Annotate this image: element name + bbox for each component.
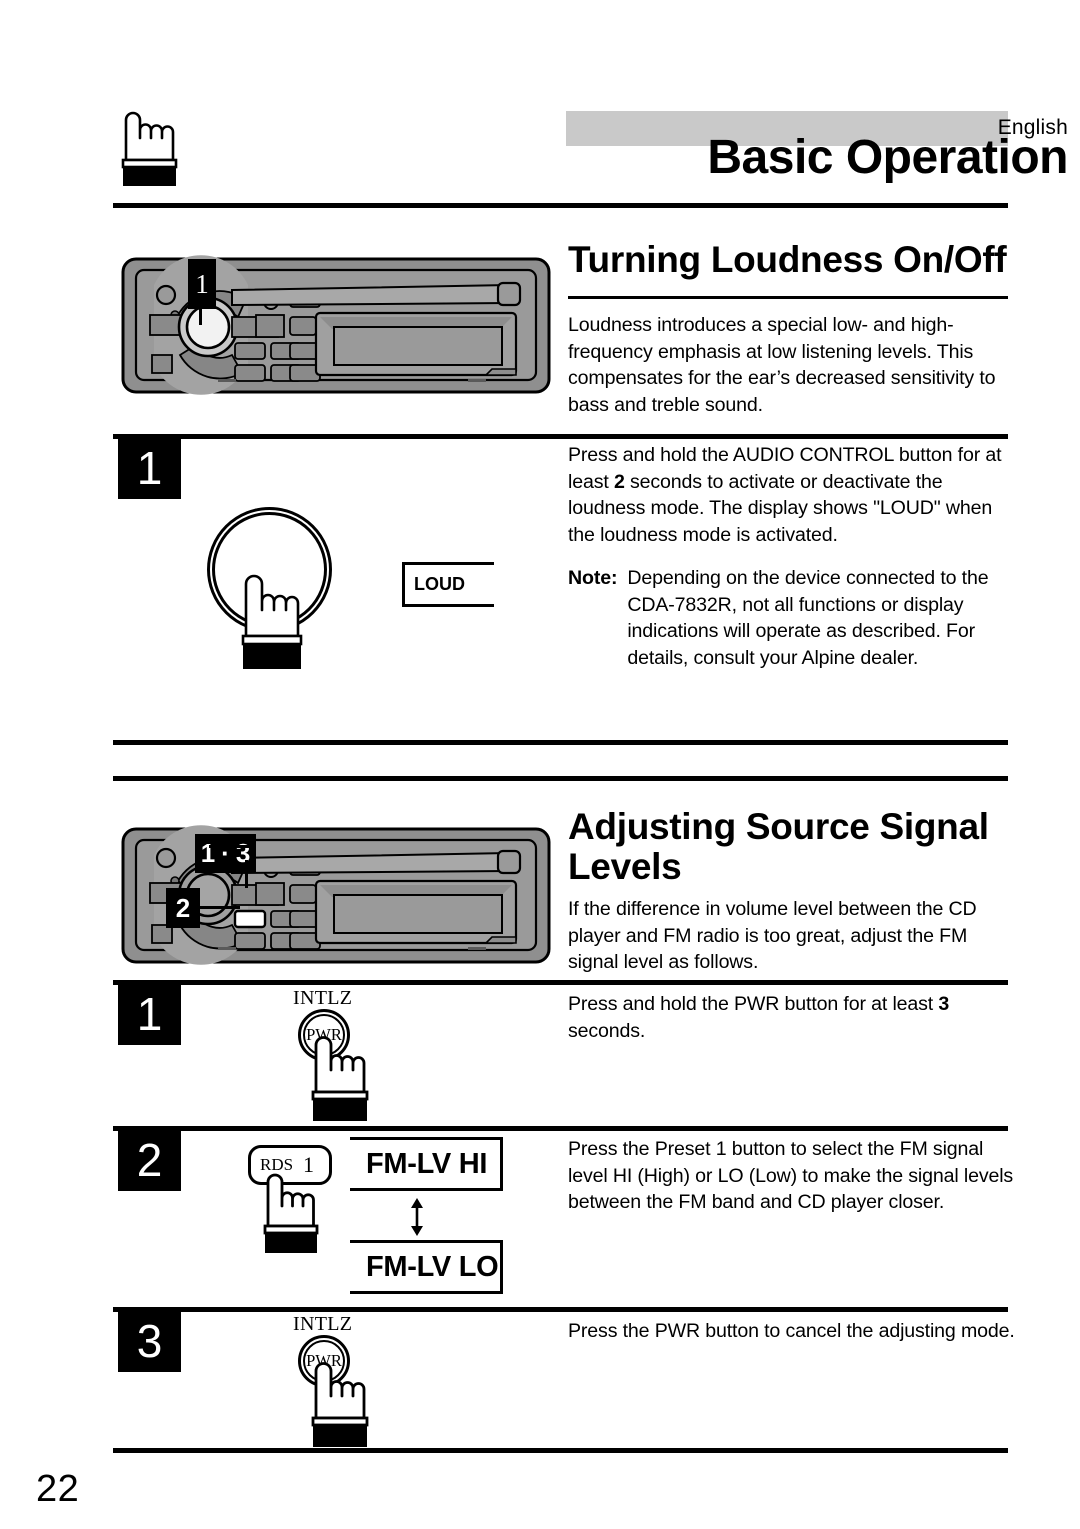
note-text: Depending on the device connected to the… (627, 567, 989, 669)
callout-dot-section2: · (221, 838, 230, 868)
key-top-label-intlz-3: INTLZ (293, 1313, 353, 1335)
step-1-text-b: seconds to activate or deactivate the lo… (568, 470, 993, 546)
callout-3-label-section2: 3 (235, 838, 251, 868)
section-2-step-2-text: Press the Preset 1 button to select the … (568, 1138, 1014, 1213)
section-1-intro: Loudness introduces a special low- and h… (568, 314, 996, 416)
page-title: Basic Operation (707, 131, 1068, 184)
callout-1-label-section1: 1 (195, 268, 209, 299)
hand-press-icon-preset (258, 1172, 328, 1254)
s2-step1-text-b: seconds. (568, 1019, 646, 1042)
section-1-heading-divider (568, 296, 1008, 299)
step-number-1-section1: 1 (118, 436, 181, 499)
step-number-3-section2: 3 (118, 1309, 181, 1372)
section-2-step-1-divider (113, 980, 1008, 985)
callout-1-leader-section2 (209, 845, 249, 848)
section-2-top-divider (113, 776, 1008, 781)
section-2-heading-line1: Adjusting Source Signal (568, 806, 989, 847)
head-unit-illustration-1 (120, 255, 552, 400)
manual-page: English Basic Operation Turning Loudness… (0, 0, 1080, 1529)
section-2-heading-line2: Levels (568, 846, 682, 887)
section-2-step-2-divider (113, 1126, 1008, 1131)
display-fm-lv-hi-label: FM-LV HI (366, 1147, 488, 1180)
callout-2-label-section2: 2 (175, 892, 191, 923)
page-bottom-divider (113, 1448, 1008, 1453)
step-1-text-bold: 2 (613, 470, 625, 493)
hand-press-icon-pwr-1 (305, 1034, 380, 1122)
key-top-label-intlz-1: INTLZ (293, 987, 353, 1009)
double-arrow-icon (405, 1197, 429, 1237)
callout-3-leader-section2 (245, 860, 248, 888)
page-number: 22 (36, 1468, 80, 1510)
display-fm-lv-hi-box: FM-LV HI (350, 1137, 503, 1191)
section-2-step-3-divider (113, 1307, 1008, 1312)
header-divider (113, 203, 1008, 208)
display-loud-box: LOUD (402, 562, 494, 607)
callout-1-leader-section1 (199, 297, 202, 325)
display-fm-lv-lo-label: FM-LV LO (366, 1250, 499, 1283)
section-2-step-3-text: Press the PWR button to cancel the adjus… (568, 1320, 1015, 1342)
section-2-intro: If the difference in volume level betwee… (568, 898, 977, 973)
display-fm-lv-lo-box: FM-LV LO (350, 1240, 503, 1294)
section-1-step-1-divider (113, 434, 1008, 439)
display-loud-label: LOUD (414, 574, 465, 594)
section-1-step-1-text: Press and hold the AUDIO CONTROL button … (568, 442, 1020, 548)
s2-step1-text-a: Press and hold the PWR button for at lea… (568, 993, 939, 1015)
s2-step1-text-bold: 3 (938, 993, 950, 1015)
section-1-bottom-divider (113, 740, 1008, 745)
step-number-1-section2: 1 (118, 982, 181, 1045)
hand-pointer-icon (112, 108, 190, 186)
section-1-heading: Turning Loudness On/Off (568, 239, 1007, 280)
step-number-2-section2: 2 (118, 1128, 181, 1191)
callout-2-leader-section2 (198, 906, 240, 909)
section-2-step-1-text: Press and hold the PWR button for at lea… (568, 991, 1020, 1044)
section-1-note: Note: Depending on the device connected … (568, 565, 1020, 671)
hand-press-icon-loudness (233, 570, 318, 670)
callout-1-label-section2: 1 (200, 838, 216, 868)
hand-press-icon-pwr-3 (305, 1360, 380, 1448)
note-label: Note: (568, 567, 618, 589)
